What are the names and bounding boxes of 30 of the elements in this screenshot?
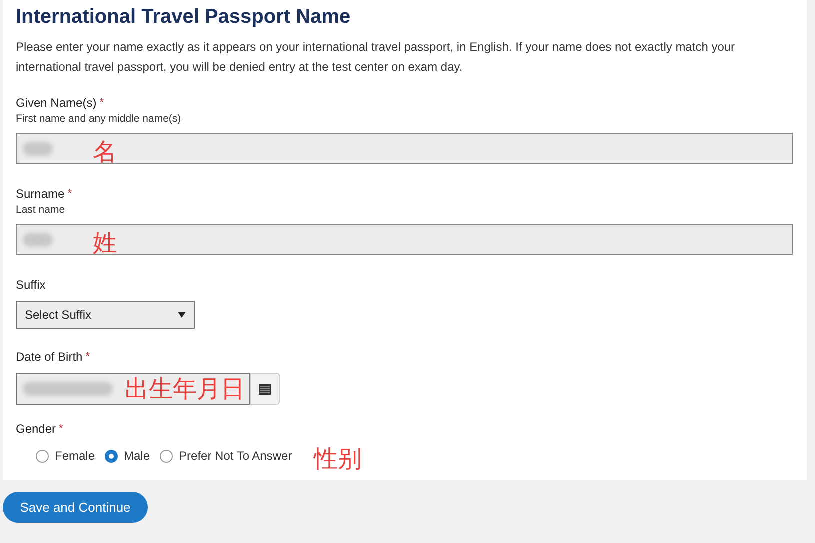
- radio-button[interactable]: [105, 450, 118, 462]
- radio-button[interactable]: [160, 450, 174, 462]
- blurred-value: [23, 232, 53, 246]
- gender-radio-option[interactable]: Prefer Not To Answer: [160, 447, 292, 465]
- calendar-button[interactable]: [250, 373, 280, 405]
- annotation-text: 名: [93, 138, 117, 166]
- radio-button[interactable]: [36, 450, 49, 462]
- caret-icon: [178, 312, 186, 318]
- field-label: Surname: [16, 186, 65, 202]
- field-hint: Last name: [16, 203, 66, 218]
- annotation-text: 姓: [93, 228, 117, 256]
- required-asterisk: *: [86, 350, 90, 365]
- field-label: Gender: [16, 421, 56, 437]
- gender-radio-option[interactable]: Female: [36, 447, 96, 465]
- required-asterisk: *: [68, 187, 72, 202]
- required-asterisk: *: [59, 422, 64, 437]
- field-hint: First name and any middle name(s): [16, 112, 182, 127]
- save-and-continue-button[interactable]: Save and Continue: [3, 492, 148, 523]
- annotation-text: 性别: [314, 445, 362, 473]
- calendar-icon: [259, 384, 271, 394]
- intro-paragraph: Please enter your name exactly as it appears on your international travel passport, in English. If your name does not exactly match your international travel passport, you will be denied entry at the test center on exam day.: [16, 39, 736, 76]
- suffix-select[interactable]: Select Suffix: [16, 301, 195, 329]
- gender-radio-option[interactable]: Male: [105, 447, 150, 465]
- field-label: Suffix: [16, 277, 46, 293]
- required-asterisk: *: [100, 96, 104, 111]
- blurred-value: [23, 142, 53, 156]
- form-heading: International Travel Passport Name: [16, 5, 352, 29]
- field-label: Given Name(s): [16, 95, 97, 111]
- annotation-text: 出生年月日: [125, 375, 245, 403]
- field-label: Date of Birth: [16, 349, 83, 365]
